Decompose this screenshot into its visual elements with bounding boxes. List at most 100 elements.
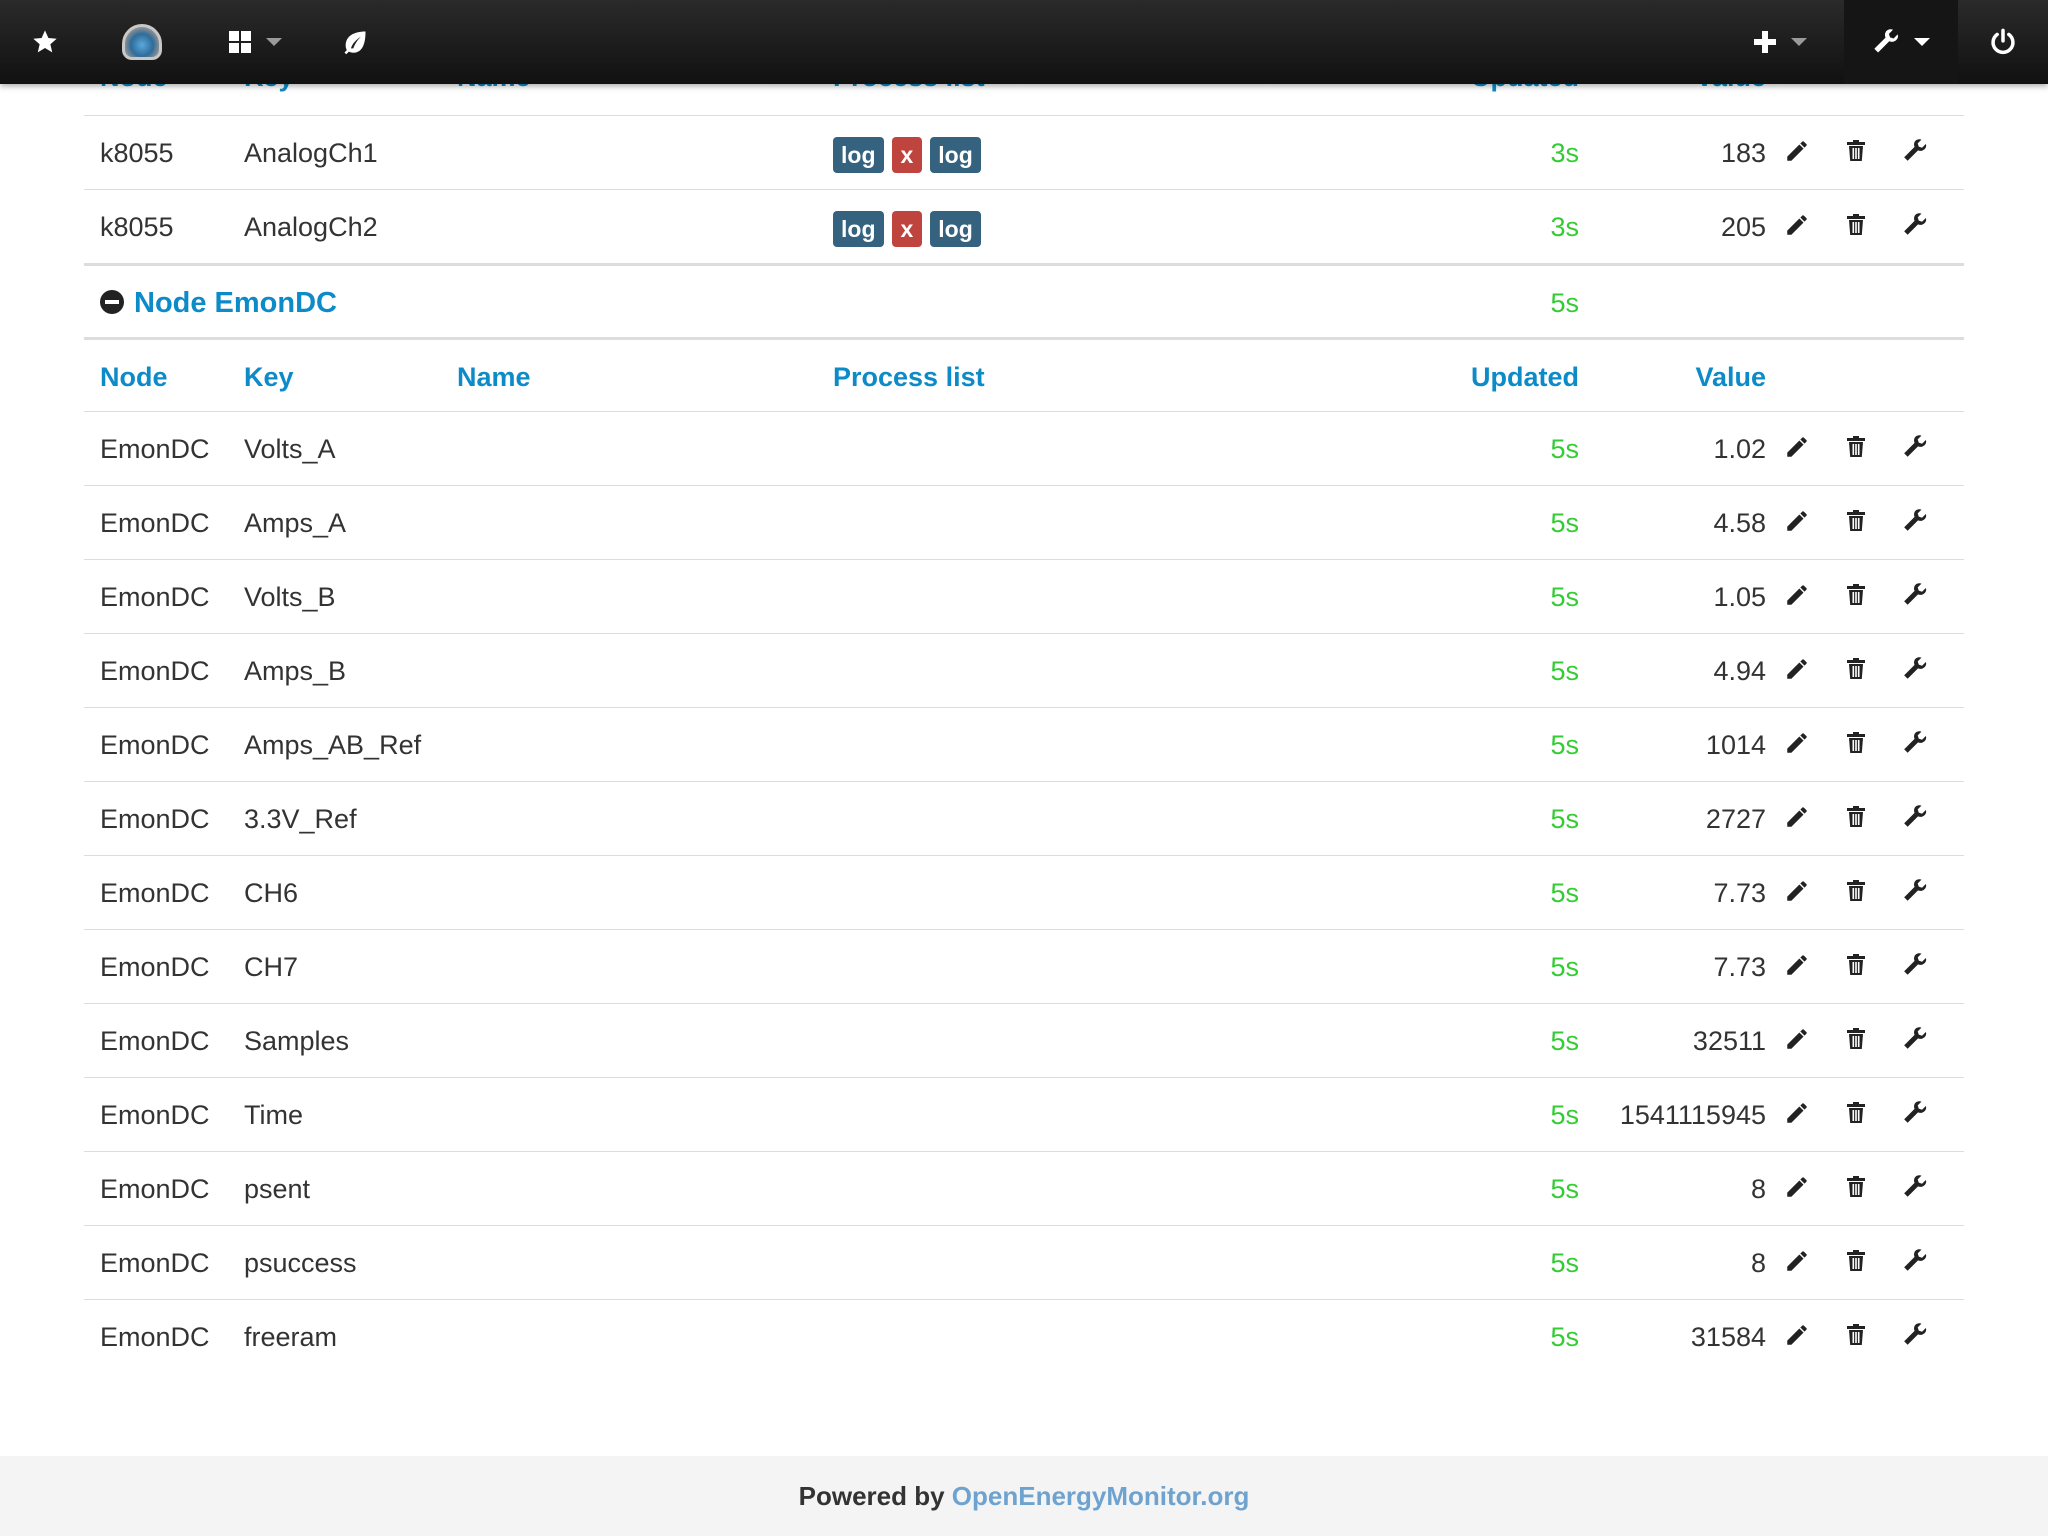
configure-button[interactable] xyxy=(1902,856,1932,930)
node-group-title[interactable]: Node EmonDC xyxy=(100,266,337,340)
row-value: 8 xyxy=(1750,1174,1766,1204)
configure-button[interactable] xyxy=(1902,116,1932,190)
delete-button[interactable] xyxy=(1844,486,1874,560)
wrench-icon xyxy=(1904,1249,1927,1271)
configure-button[interactable] xyxy=(1902,1152,1932,1226)
header-name[interactable]: Name xyxy=(457,340,531,414)
edit-button[interactable] xyxy=(1784,856,1814,930)
configure-button[interactable] xyxy=(1902,708,1932,782)
configure-button[interactable] xyxy=(1902,1226,1932,1300)
setup-menu-button[interactable] xyxy=(1844,0,1958,84)
row-value: 31584 xyxy=(1690,1322,1766,1352)
row-key: CH7 xyxy=(244,952,299,982)
delete-button[interactable] xyxy=(1844,1004,1874,1078)
configure-button[interactable] xyxy=(1902,1078,1932,1152)
delete-button[interactable] xyxy=(1844,1300,1874,1374)
header-process-list[interactable]: Process list xyxy=(833,340,985,414)
delete-button[interactable] xyxy=(1844,634,1874,708)
row-node: EmonDC xyxy=(100,1322,210,1352)
add-menu-button[interactable] xyxy=(1740,0,1820,84)
edit-button[interactable] xyxy=(1784,708,1814,782)
plus-icon xyxy=(1754,31,1776,53)
apps-menu-button[interactable] xyxy=(210,0,300,84)
edit-button[interactable] xyxy=(1784,782,1814,856)
configure-button[interactable] xyxy=(1902,634,1932,708)
configure-button[interactable] xyxy=(1902,930,1932,1004)
delete-button[interactable] xyxy=(1844,412,1874,486)
wrench-icon xyxy=(1904,953,1927,975)
configure-button[interactable] xyxy=(1902,190,1932,264)
feeds-leaf-button[interactable] xyxy=(320,0,390,84)
delete-button[interactable] xyxy=(1844,1226,1874,1300)
row-node: EmonDC xyxy=(100,730,210,760)
delete-button[interactable] xyxy=(1844,190,1874,264)
header-updated[interactable]: Updated xyxy=(1471,340,1579,414)
trash-icon xyxy=(1847,140,1865,161)
process-badge-multiply: x xyxy=(891,136,923,173)
delete-button[interactable] xyxy=(1844,856,1874,930)
collapse-icon[interactable] xyxy=(100,290,124,314)
footer-link[interactable]: OpenEnergyMonitor.org xyxy=(952,1481,1250,1511)
table-row: EmonDC Samples 5s 32511 xyxy=(84,1003,1964,1077)
dashboard-logo-button[interactable] xyxy=(100,0,184,84)
row-value: 8 xyxy=(1750,1248,1766,1278)
pencil-icon xyxy=(1787,955,1807,975)
row-key: psent xyxy=(244,1174,311,1204)
process-badge-log: log xyxy=(930,136,981,173)
header-key[interactable]: Key xyxy=(244,340,294,414)
edit-button[interactable] xyxy=(1784,486,1814,560)
edit-button[interactable] xyxy=(1784,116,1814,190)
table-row: EmonDC Volts_A 5s 1.02 xyxy=(84,411,1964,485)
edit-button[interactable] xyxy=(1784,190,1814,264)
delete-button[interactable] xyxy=(1844,930,1874,1004)
edit-button[interactable] xyxy=(1784,634,1814,708)
favourites-star-button[interactable] xyxy=(0,0,90,84)
row-node: EmonDC xyxy=(100,1100,210,1130)
delete-button[interactable] xyxy=(1844,782,1874,856)
configure-button[interactable] xyxy=(1902,1004,1932,1078)
row-updated: 5s xyxy=(1550,1248,1579,1278)
row-value: 1541115945 xyxy=(1619,1100,1766,1130)
trash-icon xyxy=(1847,1324,1865,1345)
delete-button[interactable] xyxy=(1844,1078,1874,1152)
header-value[interactable]: Value xyxy=(1695,340,1766,414)
row-node: EmonDC xyxy=(100,582,210,612)
edit-button[interactable] xyxy=(1784,1078,1814,1152)
configure-button[interactable] xyxy=(1902,1300,1932,1374)
configure-button[interactable] xyxy=(1902,782,1932,856)
configure-button[interactable] xyxy=(1902,486,1932,560)
edit-button[interactable] xyxy=(1784,1004,1814,1078)
node-group-header[interactable]: Node EmonDC 5s xyxy=(84,263,1964,337)
row-updated: 5s xyxy=(1550,508,1579,538)
row-node: EmonDC xyxy=(100,952,210,982)
configure-button[interactable] xyxy=(1902,560,1932,634)
row-node: EmonDC xyxy=(100,1174,210,1204)
table-row: EmonDC CH7 5s 7.73 xyxy=(84,929,1964,1003)
edit-button[interactable] xyxy=(1784,560,1814,634)
logout-button[interactable] xyxy=(1958,0,2048,84)
process-list[interactable]: log x log xyxy=(833,190,989,264)
row-updated: 5s xyxy=(1550,804,1579,834)
delete-button[interactable] xyxy=(1844,560,1874,634)
header-node[interactable]: Node xyxy=(100,340,168,414)
edit-button[interactable] xyxy=(1784,1226,1814,1300)
edit-button[interactable] xyxy=(1784,412,1814,486)
trash-icon xyxy=(1847,1176,1865,1197)
edit-button[interactable] xyxy=(1784,930,1814,1004)
row-value: 183 xyxy=(1720,138,1766,168)
delete-button[interactable] xyxy=(1844,116,1874,190)
row-value: 4.58 xyxy=(1713,508,1766,538)
row-updated: 3s xyxy=(1550,212,1579,242)
footer: Powered by OpenEnergyMonitor.org xyxy=(0,1456,2048,1536)
process-list[interactable]: log x log xyxy=(833,116,989,190)
row-value: 4.94 xyxy=(1713,656,1766,686)
delete-button[interactable] xyxy=(1844,1152,1874,1226)
delete-button[interactable] xyxy=(1844,708,1874,782)
trash-icon xyxy=(1847,954,1865,975)
row-value: 7.73 xyxy=(1713,952,1766,982)
configure-button[interactable] xyxy=(1902,412,1932,486)
pencil-icon xyxy=(1787,141,1807,161)
chevron-down-icon xyxy=(1791,38,1807,46)
edit-button[interactable] xyxy=(1784,1300,1814,1374)
edit-button[interactable] xyxy=(1784,1152,1814,1226)
